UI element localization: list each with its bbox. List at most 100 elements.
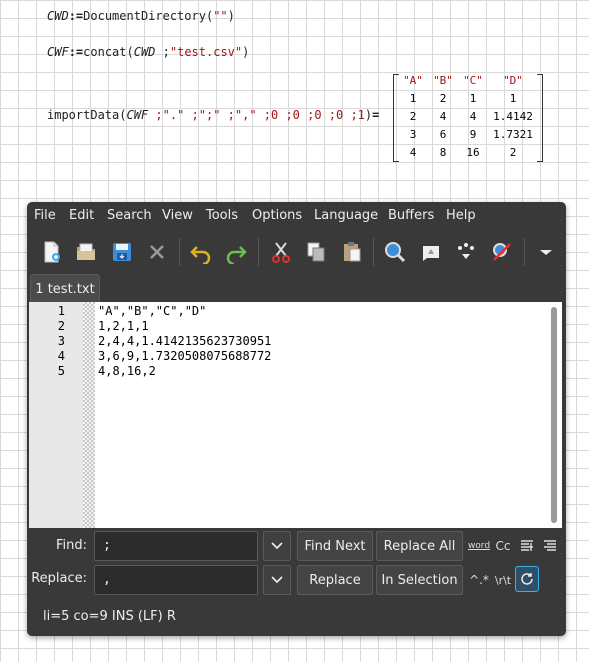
matrix-cell: 2 <box>439 92 447 105</box>
code-line: 1,2,1,1 <box>98 319 149 333</box>
code-line: "A","B","C","D" <box>98 304 207 318</box>
menu-search[interactable]: Search <box>107 208 152 223</box>
redo-icon[interactable] <box>222 238 250 266</box>
matrix-cell: 9 <box>469 128 477 141</box>
toolbar-separator <box>373 238 374 266</box>
find-icon[interactable] <box>381 238 409 266</box>
string-arg: "" <box>213 9 228 23</box>
matrix-cell: 6 <box>439 128 447 141</box>
menu-edit[interactable]: Edit <box>69 208 94 223</box>
status-bar: li=5 co=9 INS (LF) R <box>43 609 176 624</box>
overflow-chevron-icon[interactable] <box>532 238 560 266</box>
chevron-down-icon <box>271 542 283 550</box>
matrix-cell: 16 <box>466 146 480 159</box>
macro-icon[interactable] <box>452 238 480 266</box>
result-matrix[interactable]: "A" "B" "C" "D" 1 2 1 1 2 4 4 1.4142 3 6… <box>393 74 543 162</box>
fold-margin[interactable] <box>83 302 95 528</box>
code-line: 4,8,16,2 <box>98 364 156 378</box>
filename-string: "test.csv" <box>169 45 243 59</box>
copy-icon[interactable] <box>302 238 330 266</box>
line-number: 5 <box>57 364 65 378</box>
matrix-row: 4 8 16 2 <box>393 146 543 164</box>
replace-all-button[interactable]: Replace All <box>376 531 463 561</box>
open-file-icon[interactable] <box>72 238 100 266</box>
matrix-cell: 4 <box>469 110 477 123</box>
whole-word-icon[interactable] <box>516 534 538 558</box>
code-line: 2,4,4,1.4142135623730951 <box>98 334 272 348</box>
matrix-header-row: "A" "B" "C" "D" <box>393 74 543 92</box>
text-editor-window[interactable]: File Edit Search View Tools Options Lang… <box>27 202 566 636</box>
import-args: ;"." ;";" ;"," ;0 ;0 ;0 ;0 ;1 <box>148 108 365 122</box>
match-case-toggle[interactable]: Cc <box>492 534 514 558</box>
undo-icon[interactable] <box>187 238 215 266</box>
replace-button[interactable]: Replace <box>297 565 373 595</box>
assign-op: := <box>68 45 84 59</box>
find-history-dropdown[interactable] <box>263 531 291 561</box>
matrix-cell: 1.4142 <box>493 110 533 123</box>
toolbar-separator <box>258 238 259 266</box>
toolbar-separator <box>179 238 180 266</box>
buffer-tabs: 1 test.txt <box>27 274 566 303</box>
menu-language[interactable]: Language <box>314 208 378 223</box>
menu-help[interactable]: Help <box>446 208 476 223</box>
scrollbar-thumb[interactable] <box>551 307 557 523</box>
text-area[interactable]: 1 2 3 4 5 "A","B","C","D" 1,2,1,1 2,4,4,… <box>29 302 562 528</box>
matrix-cell: 1 <box>509 92 517 105</box>
line-number: 4 <box>57 349 65 363</box>
in-selection-button[interactable]: In Selection <box>376 565 463 595</box>
equals-op: = <box>372 108 380 122</box>
cwd-ref: CWD <box>133 45 156 59</box>
matrix-cell: 8 <box>439 146 447 159</box>
replace-input[interactable]: , <box>94 565 258 595</box>
matrix-cell: 2 <box>509 146 517 159</box>
match-word-toggle[interactable]: word <box>468 534 490 558</box>
new-file-icon[interactable] <box>37 238 65 266</box>
menu-tools[interactable]: Tools <box>206 208 238 223</box>
matrix-cell: 1 <box>409 92 417 105</box>
func-name: DocumentDirectory <box>83 9 206 23</box>
cwf-definition[interactable]: CWF:=concat(CWD ;"test.csv") <box>47 45 249 59</box>
line-number: 1 <box>57 304 65 318</box>
paren-close: ) <box>227 9 235 23</box>
assign-op: := <box>68 9 84 23</box>
menu-view[interactable]: View <box>162 208 193 223</box>
matrix-cell: 1.7321 <box>493 128 533 141</box>
importdata-evaluation[interactable]: importData(CWF ;"." ;";" ;"," ;0 ;0 ;0 ;… <box>47 108 379 122</box>
tools-icon[interactable] <box>488 238 516 266</box>
save-file-icon[interactable] <box>108 238 136 266</box>
line-number: 3 <box>57 334 65 348</box>
menu-buffers[interactable]: Buffers <box>388 208 434 223</box>
vertical-scrollbar[interactable] <box>547 302 562 528</box>
paren-close: ) <box>242 45 250 59</box>
matrix-cell: 1 <box>469 92 477 105</box>
build-icon[interactable] <box>417 238 445 266</box>
matrix-cell: "A" <box>403 74 423 87</box>
paste-icon[interactable] <box>338 238 366 266</box>
find-next-button[interactable]: Find Next <box>297 531 373 561</box>
matrix-cell: "B" <box>433 74 453 87</box>
toolbar-separator <box>524 238 525 266</box>
matrix-cell: "D" <box>503 74 523 87</box>
line-number: 2 <box>57 319 65 333</box>
cwf-ref: CWF <box>126 108 149 122</box>
menu-options[interactable]: Options <box>252 208 302 223</box>
replace-history-dropdown[interactable] <box>263 565 291 595</box>
wrap-search-icon[interactable] <box>539 534 561 558</box>
refresh-icon <box>521 573 533 585</box>
cwd-definition[interactable]: CWD:=DocumentDirectory("") <box>47 9 235 23</box>
cut-icon[interactable] <box>267 238 295 266</box>
cwd-var: CWD <box>47 9 69 23</box>
find-label: Find: <box>55 538 87 553</box>
regex-toggle[interactable]: ^.* <box>468 568 490 592</box>
incremental-search-toggle[interactable] <box>515 566 539 592</box>
escape-seq-toggle[interactable]: \r\t <box>492 568 514 592</box>
func-name: importData <box>47 108 120 122</box>
close-icon[interactable] <box>143 238 171 266</box>
tab-test-txt[interactable]: 1 test.txt <box>30 274 100 303</box>
code-line: 3,6,9,1.7320508075688772 <box>98 349 272 363</box>
find-input[interactable]: ; <box>94 531 258 561</box>
toolbar <box>27 230 566 274</box>
cwf-var: CWF <box>47 45 69 59</box>
menu-file[interactable]: File <box>34 208 56 223</box>
matrix-row: 3 6 9 1.7321 <box>393 128 543 146</box>
